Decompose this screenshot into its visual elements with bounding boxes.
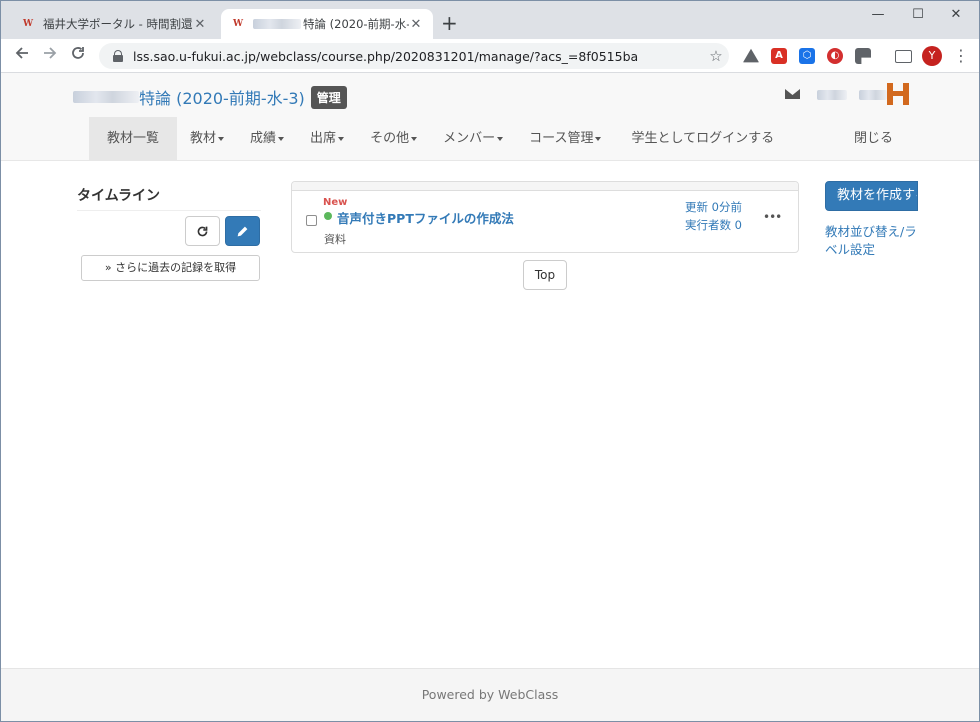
minimize-button[interactable]: —: [863, 7, 893, 22]
lock-extension-icon[interactable]: ⬡: [799, 48, 815, 64]
tab-title: 特論 (2020-前期-水-3) -: [303, 17, 409, 31]
more-options-icon[interactable]: •••: [763, 210, 782, 224]
browser-tab-course[interactable]: W 特論 (2020-前期-水-3) - ✕: [221, 9, 433, 39]
caret-down-icon: [595, 136, 602, 141]
create-material-button[interactable]: 教材を作成する: [825, 181, 918, 211]
nav-material[interactable]: 教材: [177, 117, 237, 161]
material-updated[interactable]: 更新 0分前: [685, 199, 742, 215]
back-arrow-icon[interactable]: [11, 45, 33, 67]
course-title-text[interactable]: 特論 (2020-前期-水-3): [139, 85, 305, 109]
caret-down-icon: [411, 136, 418, 141]
status-dot-icon: [324, 212, 332, 220]
tab-bar: W 福井大学ポータル - 時間割還表示 ✕ W 特論 (2020-前期-水-3)…: [1, 1, 979, 39]
nav-material-list[interactable]: 教材一覧: [89, 117, 178, 161]
tab-close-icon[interactable]: ✕: [409, 17, 423, 32]
nav-grades[interactable]: 成績: [237, 117, 297, 161]
browser-window: W 福井大学ポータル - 時間割還表示 ✕ W 特論 (2020-前期-水-3)…: [0, 0, 980, 722]
course-title[interactable]: 特論 (2020-前期-水-3) 管理: [73, 85, 347, 109]
new-tab-button[interactable]: +: [441, 13, 458, 33]
google-drive-icon[interactable]: [743, 48, 759, 63]
maximize-button[interactable]: ☐: [903, 7, 933, 22]
mail-icon[interactable]: [785, 89, 800, 99]
caret-down-icon: [218, 136, 225, 141]
footer: Powered by WebClass: [1, 668, 979, 721]
window-close-button[interactable]: ✕: [941, 7, 971, 22]
webclass-logo-icon[interactable]: [887, 83, 909, 105]
redacted-text: [253, 19, 301, 29]
profile-avatar[interactable]: Y: [922, 46, 942, 66]
top-button[interactable]: Top: [523, 260, 567, 290]
material-title-link[interactable]: 音声付きPPTファイルの作成法: [337, 208, 514, 227]
address-bar[interactable]: lss.sao.u-fukui.ac.jp/webclass/course.ph…: [99, 43, 729, 69]
main-nav: 教材一覧 教材 成績 出席 その他 メンバー コース管理 学生としてログインする: [89, 117, 787, 161]
bookmark-star-icon[interactable]: ☆: [703, 47, 729, 65]
forward-arrow-icon[interactable]: [39, 45, 61, 67]
caret-down-icon: [278, 136, 285, 141]
site-header: 特論 (2020-前期-水-3) 管理 教材一覧 教材 成績 出席 その他 メン…: [1, 73, 979, 161]
pdf-icon[interactable]: A: [771, 48, 787, 64]
redacted-text: [817, 89, 847, 100]
pencil-icon: [237, 226, 248, 236]
browser-tab-portal[interactable]: W 福井大学ポータル - 時間割還表示 ✕: [11, 9, 217, 39]
browser-menu-icon[interactable]: ⋮: [953, 46, 969, 66]
lock-icon: [113, 50, 123, 62]
pinned-extension-icon[interactable]: [855, 48, 871, 64]
webclass-favicon-icon: W: [232, 19, 244, 29]
nav-members[interactable]: メンバー: [430, 117, 516, 161]
material-type: 資料: [324, 233, 346, 246]
material-executors[interactable]: 実行者数 0: [685, 217, 742, 233]
close-link[interactable]: 閉じる: [854, 117, 893, 161]
refresh-icon: [197, 226, 208, 236]
reload-icon[interactable]: [67, 45, 89, 67]
sort-label-settings-link[interactable]: 教材並び替え/ラベル設定: [825, 223, 925, 259]
admin-badge: 管理: [310, 85, 347, 109]
material-checkbox[interactable]: [306, 215, 317, 226]
refresh-button[interactable]: [185, 216, 220, 246]
url-text: lss.sao.u-fukui.ac.jp/webclass/course.ph…: [133, 48, 639, 64]
browser-toolbar: lss.sao.u-fukui.ac.jp/webclass/course.ph…: [1, 39, 979, 73]
load-older-records-button[interactable]: » さらに過去の記録を取得: [81, 255, 260, 281]
new-badge: New: [323, 197, 348, 208]
material-panel: New 音声付きPPTファイルの作成法 資料 更新 0分前 実行者数 0 •••: [291, 181, 799, 253]
divider: [77, 210, 261, 211]
trend-micro-icon[interactable]: ◐: [827, 48, 843, 64]
caret-down-icon: [338, 136, 345, 141]
webclass-favicon-icon: W: [22, 19, 34, 29]
user-name[interactable]: [817, 87, 887, 101]
caret-down-icon: [497, 136, 504, 141]
nav-login-as-student[interactable]: 学生としてログインする: [614, 117, 787, 161]
timeline-title: タイムライン: [77, 188, 161, 204]
redacted-text: [858, 89, 887, 100]
nav-course-admin[interactable]: コース管理: [516, 117, 614, 161]
nav-other[interactable]: その他: [357, 117, 430, 161]
cast-icon[interactable]: [895, 50, 912, 63]
edit-button[interactable]: [225, 216, 260, 246]
redacted-text: [73, 91, 139, 103]
tab-close-icon[interactable]: ✕: [193, 17, 207, 32]
nav-attendance[interactable]: 出席: [297, 117, 357, 161]
panel-header: [292, 182, 798, 191]
tab-title: 福井大学ポータル - 時間割還表示: [43, 17, 193, 31]
